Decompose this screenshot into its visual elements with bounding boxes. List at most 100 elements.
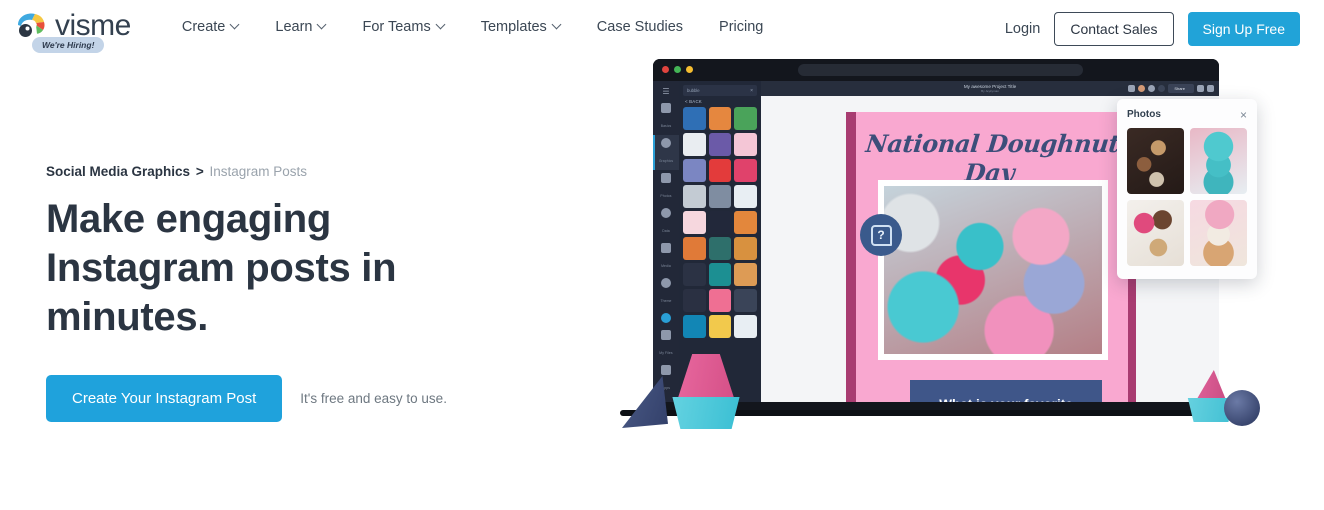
graphic-thumbnail[interactable]	[708, 159, 732, 182]
theme-icon	[661, 278, 671, 288]
navy-cone-decor	[622, 376, 668, 428]
sidebar-item-data[interactable]: Data	[653, 205, 679, 240]
minimize-window-icon	[686, 66, 693, 73]
graphic-thumbnail[interactable]	[734, 211, 757, 234]
sidebar-item-graphics[interactable]: Graphics	[653, 135, 679, 170]
graphic-thumbnail[interactable]	[683, 107, 706, 130]
question-mark: ?	[870, 224, 892, 246]
site-header: visme We're Hiring! Create Learn For Tea…	[0, 0, 1324, 53]
brand-logo[interactable]: visme We're Hiring!	[16, 10, 131, 53]
share-button[interactable]: Share	[1168, 84, 1194, 93]
graphic-thumbnail[interactable]	[683, 263, 706, 286]
data-icon	[661, 208, 671, 218]
chevron-down-icon	[437, 21, 445, 29]
hamburger-menu-icon[interactable]: ☰	[653, 84, 679, 100]
graphic-thumbnail[interactable]	[734, 133, 757, 156]
image-icon[interactable]	[1128, 85, 1136, 92]
close-icon[interactable]: ×	[1240, 109, 1247, 121]
apps-icon	[661, 365, 671, 375]
hero-content: Social Media Graphics > Instagram Posts …	[0, 52, 620, 510]
graphic-thumbnail[interactable]	[683, 315, 706, 338]
graphic-thumbnail[interactable]	[683, 211, 706, 234]
canvas-design[interactable]: National Doughnut Day ? What is your fav…	[846, 112, 1136, 416]
sidebar-item-basics[interactable]: Basics	[653, 100, 679, 135]
login-link[interactable]: Login	[1005, 21, 1040, 37]
graphic-thumbnail[interactable]	[683, 185, 706, 208]
graphics-thumbnail-grid	[683, 107, 757, 338]
graphic-thumbnail[interactable]	[708, 289, 732, 312]
chevron-down-icon	[553, 21, 561, 29]
graphic-thumbnail[interactable]	[734, 159, 757, 182]
graphic-thumbnail[interactable]	[734, 237, 757, 260]
graphic-thumbnail[interactable]	[708, 315, 732, 338]
nav-label: Templates	[480, 19, 547, 35]
nav-item-templates[interactable]: Templates	[463, 15, 579, 39]
create-instagram-post-button[interactable]: Create Your Instagram Post	[46, 375, 283, 423]
contact-sales-button[interactable]: Contact Sales	[1054, 12, 1174, 46]
sign-up-free-button[interactable]: Sign Up Free	[1187, 12, 1300, 46]
nav-item-for-teams[interactable]: For Teams	[344, 15, 462, 39]
hiring-badge[interactable]: We're Hiring!	[32, 37, 105, 53]
graphic-thumbnail[interactable]	[734, 107, 757, 130]
editor-topbar: My awesome Project Title By Jeykyman Sha…	[761, 81, 1219, 96]
graphic-thumbnail[interactable]	[683, 237, 706, 260]
breadcrumb: Social Media Graphics > Instagram Posts	[46, 164, 620, 179]
sidebar-item-my-files[interactable]: My Files	[653, 327, 679, 362]
nav-item-pricing[interactable]: Pricing	[701, 15, 781, 39]
graphics-icon	[661, 138, 671, 148]
nav-item-learn[interactable]: Learn	[257, 15, 344, 39]
help-icon	[661, 313, 671, 323]
sidebar-item-help[interactable]	[653, 310, 679, 327]
present-icon[interactable]	[1197, 85, 1204, 92]
photo-thumbnail[interactable]	[1127, 200, 1184, 266]
photo-thumbnail[interactable]	[1190, 200, 1247, 266]
photo-thumbnail[interactable]	[1190, 128, 1247, 194]
graphic-thumbnail[interactable]	[734, 315, 757, 338]
graphic-thumbnail[interactable]	[734, 289, 757, 312]
editor-mockup-scene: ☰ Basics Graphics Photos Data Media Them…	[620, 52, 1324, 510]
browser-address-bar[interactable]	[798, 64, 1083, 76]
add-collaborator-icon[interactable]	[1158, 85, 1166, 92]
graphics-back-link[interactable]: < BACK	[683, 96, 757, 107]
graphic-thumbnail[interactable]	[708, 263, 732, 286]
breadcrumb-parent[interactable]: Social Media Graphics	[46, 164, 190, 179]
photos-thumbnail-grid	[1127, 128, 1247, 266]
chevron-down-icon	[231, 21, 239, 29]
nav-item-create[interactable]: Create	[164, 15, 258, 39]
graphic-thumbnail[interactable]	[708, 237, 732, 260]
photo-thumbnail[interactable]	[1127, 128, 1184, 194]
editor-sidebar: ☰ Basics Graphics Photos Data Media Them…	[653, 81, 679, 416]
media-icon	[661, 243, 671, 253]
breadcrumb-separator: >	[195, 164, 204, 179]
close-icon[interactable]: ×	[750, 88, 753, 94]
graphic-thumbnail[interactable]	[734, 263, 757, 286]
download-icon[interactable]	[1207, 85, 1214, 92]
graphic-thumbnail[interactable]	[708, 133, 732, 156]
photos-panel-header: Photos ×	[1127, 109, 1247, 121]
cyan-disc-decor	[672, 397, 740, 429]
graphic-thumbnail[interactable]	[708, 107, 732, 130]
nav-item-case-studies[interactable]: Case Studies	[579, 15, 701, 39]
graphic-thumbnail[interactable]	[734, 185, 757, 208]
graphic-thumbnail[interactable]	[708, 185, 732, 208]
sidebar-item-photos[interactable]: Photos	[653, 170, 679, 205]
cta-note: It's free and easy to use.	[300, 391, 447, 407]
sidebar-item-media[interactable]: Media	[653, 240, 679, 275]
sidebar-label: Graphics	[658, 159, 674, 163]
graphic-thumbnail[interactable]	[683, 133, 706, 156]
graphic-thumbnail[interactable]	[683, 289, 706, 312]
sidebar-item-theme[interactable]: Theme	[653, 275, 679, 310]
basics-icon	[661, 103, 671, 113]
design-title: National Doughnut Day	[864, 129, 1121, 187]
graphic-thumbnail[interactable]	[708, 211, 732, 234]
project-title-block[interactable]: My awesome Project Title By Jeykyman	[964, 84, 1016, 93]
sidebar-label: Photos	[660, 194, 672, 198]
nav-label: Case Studies	[596, 19, 684, 35]
breadcrumb-current: Instagram Posts	[209, 164, 308, 179]
photos-panel[interactable]: Photos ×	[1117, 99, 1257, 279]
search-value: bubble	[687, 88, 700, 93]
graphic-thumbnail[interactable]	[683, 159, 706, 182]
nav-label: For Teams	[362, 19, 431, 35]
design-photo	[878, 180, 1108, 360]
graphics-search-input[interactable]: bubble ×	[683, 85, 757, 96]
